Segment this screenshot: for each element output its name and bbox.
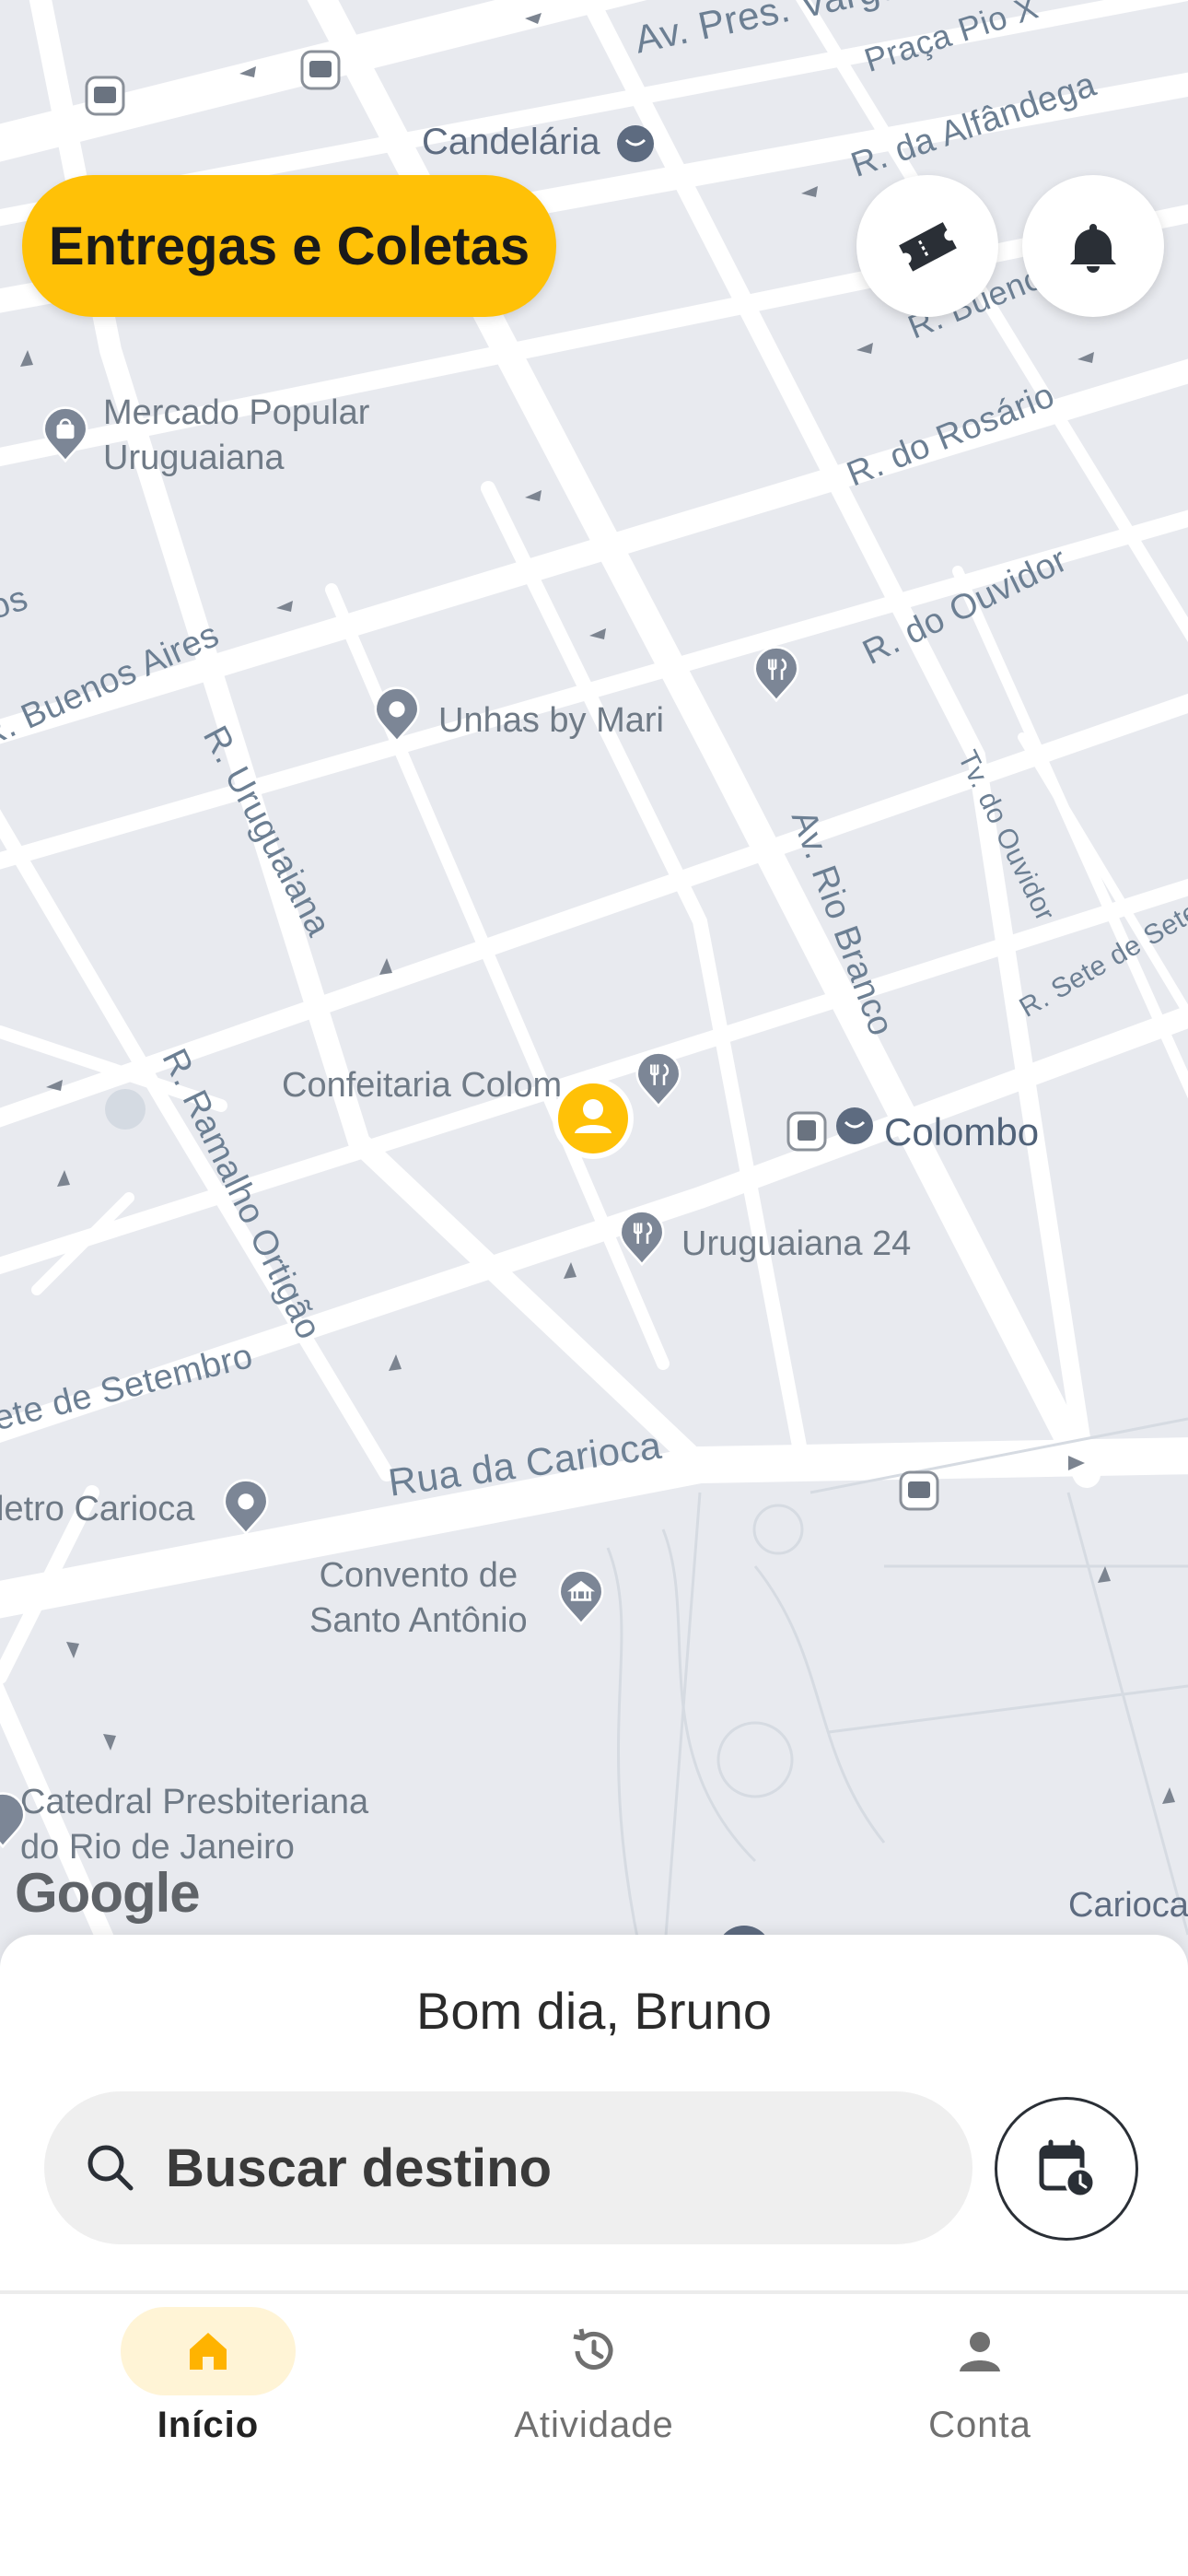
search-input[interactable]: Buscar destino [44, 2091, 973, 2244]
user-location-icon[interactable] [551, 1076, 635, 1161]
place-pin-icon[interactable] [0, 1791, 31, 1848]
nav-label: Atividade [514, 2405, 674, 2445]
nav-item-conta[interactable]: Conta [842, 2307, 1118, 2446]
nav-item-atividade[interactable]: Atividade [456, 2307, 732, 2446]
nav-label: Início [157, 2405, 260, 2445]
nav-divider [0, 2290, 1188, 2294]
place-label-carioca[interactable]: Carioca [1068, 1883, 1188, 1928]
notifications-button[interactable] [1022, 175, 1164, 317]
place-label-confeitaria[interactable]: Confeitaria Colom [282, 1063, 562, 1108]
place-label-candelaria[interactable]: Candelária [422, 118, 600, 166]
place-label-unhas[interactable]: Unhas by Mari [438, 698, 664, 744]
ticket-button[interactable] [856, 175, 998, 317]
landmark-pin-icon[interactable] [553, 1568, 610, 1625]
place-pin-icon[interactable] [217, 1478, 274, 1535]
place-label-mercado[interactable]: Mercado Popular Uruguaiana [103, 391, 369, 482]
place-label-colombo[interactable]: Colombo [884, 1107, 1039, 1158]
person-icon [960, 2332, 1000, 2371]
search-placeholder: Buscar destino [166, 2137, 552, 2198]
history-icon [573, 2328, 613, 2370]
greeting-text: Bom dia, Bruno [416, 1982, 772, 2040]
place-label-convento[interactable]: Convento de Santo Antônio [309, 1553, 528, 1645]
schedule-button[interactable] [995, 2097, 1138, 2241]
place-pin-icon[interactable] [368, 685, 425, 743]
restaurant-pin-icon[interactable] [613, 1209, 670, 1266]
place-label-metro[interactable]: letro Carioca [0, 1487, 194, 1532]
ticket-icon [899, 222, 957, 272]
google-attribution: Google [15, 1862, 201, 1924]
service-button[interactable]: Entregas e Coletas [22, 175, 556, 317]
home-icon [190, 2333, 227, 2370]
nav-item-inicio[interactable]: Início [70, 2307, 346, 2446]
calendar-clock-icon [1039, 2139, 1096, 2198]
shopping-pin-icon[interactable] [37, 405, 94, 463]
place-label-uruguaiana24[interactable]: Uruguaiana 24 [681, 1222, 911, 1267]
place-label-catedral[interactable]: Catedral Presbiteriana do Rio de Janeiro [20, 1780, 368, 1871]
restaurant-pin-icon[interactable] [748, 645, 805, 702]
restaurant-pin-icon[interactable] [630, 1050, 687, 1107]
search-icon [87, 2145, 134, 2191]
bell-icon [1070, 224, 1116, 273]
nav-label: Conta [928, 2405, 1031, 2445]
